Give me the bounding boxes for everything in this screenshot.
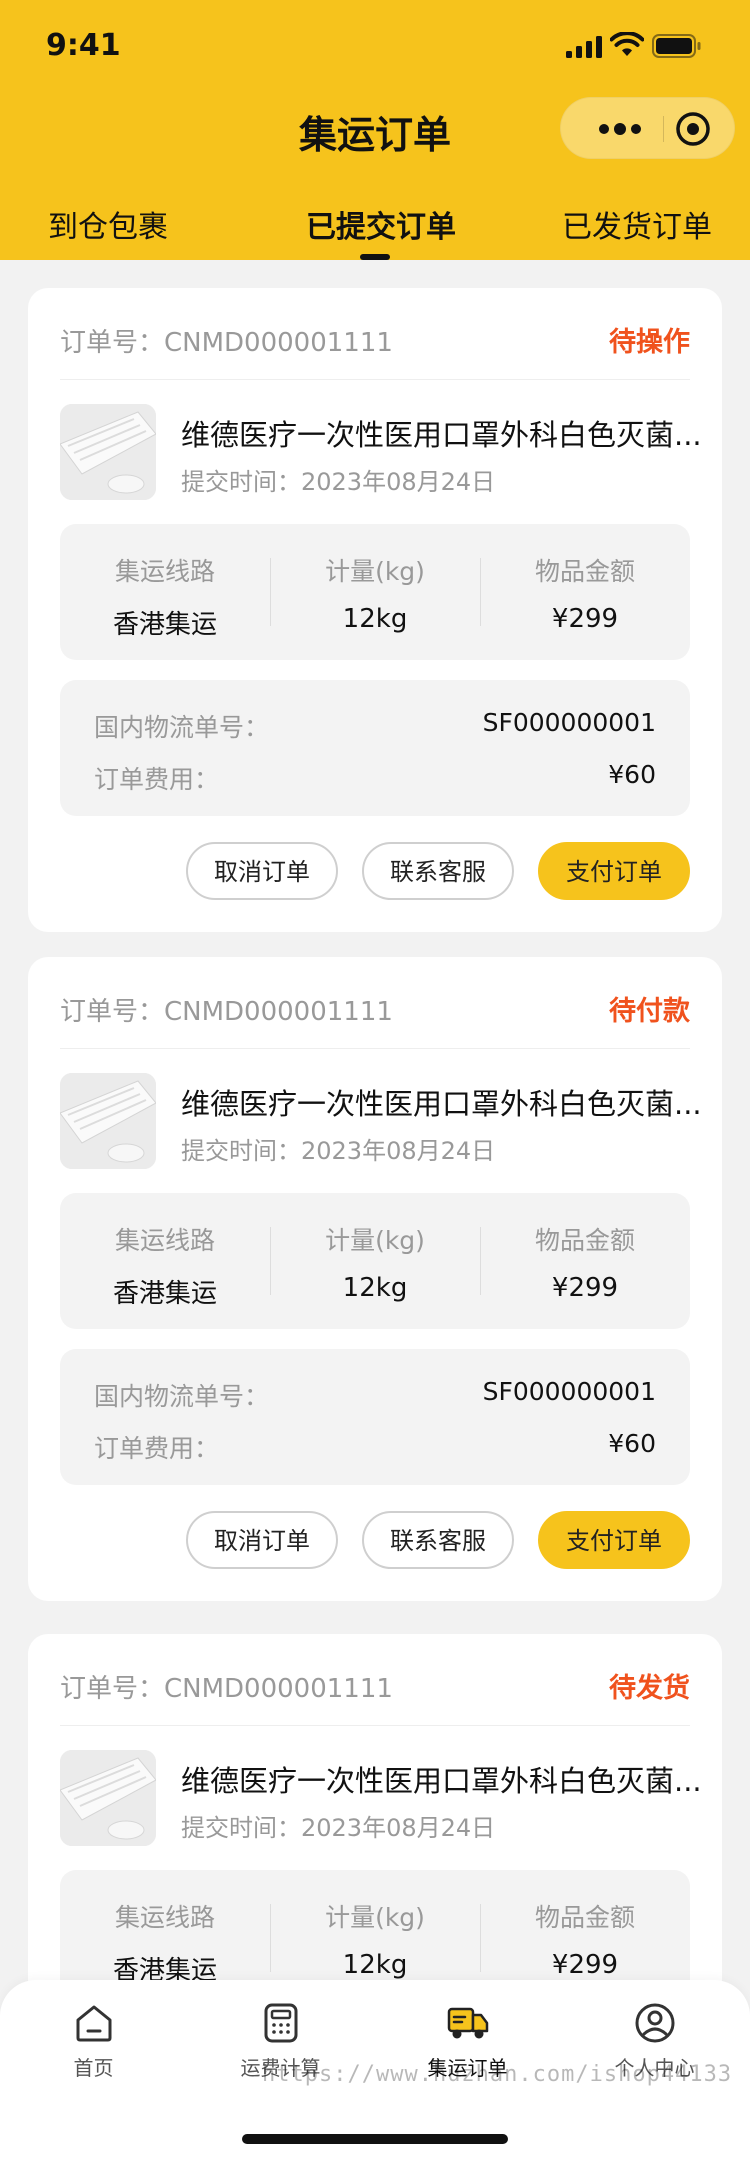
header: 9:41 集运订单 到仓包裹 已提交订单 已发货订单: [0, 0, 750, 260]
status-bar: 9:41: [0, 0, 750, 92]
order-status-badge: 待发货: [609, 1673, 690, 1704]
order-number: 订单号：CNMD000001111: [60, 328, 393, 358]
order-card-header: 订单号：CNMD000001111 待付款: [60, 957, 690, 1049]
tracking-value: SF000000001: [482, 1377, 656, 1406]
amount-value: ¥299: [551, 1950, 619, 1980]
order-number: 订单号：CNMD000001111: [60, 1674, 393, 1704]
weight-label: 计量(kg): [325, 1903, 425, 1932]
user-icon: [635, 2003, 674, 2043]
weight-value: 12kg: [342, 1950, 408, 1980]
tabbar-item-home[interactable]: 首页: [0, 2000, 187, 2081]
product-name: 维德医疗一次性医用口罩外科白色灭菌...: [181, 418, 701, 452]
amount-label: 物品金额: [534, 1226, 635, 1255]
active-tab-indicator: [360, 254, 390, 260]
tracking-label: 国内物流单号：: [94, 1382, 270, 1411]
signal-icon: [566, 36, 602, 58]
route-label: 集运线路: [114, 1226, 215, 1255]
fee-label: 订单费用：: [94, 765, 220, 794]
truck-icon: [447, 2007, 488, 2039]
weight-value: 12kg: [342, 604, 408, 634]
product-name: 维德医疗一次性医用口罩外科白色灭菌...: [181, 1764, 701, 1798]
tracking-row: 国内物流单号： SF000000001: [94, 708, 656, 744]
stat-route: 集运线路 香港集运: [60, 1898, 270, 1987]
stat-weight: 计量(kg) 12kg: [270, 1898, 480, 1980]
wifi-icon: [610, 32, 644, 56]
fee-label: 订单费用：: [94, 1434, 220, 1463]
tab-submitted-orders[interactable]: 已提交订单: [306, 202, 456, 246]
status-time: 9:41: [46, 28, 121, 63]
fee-value: ¥60: [608, 760, 656, 789]
submit-time: 提交时间：2023年08月24日: [181, 1137, 496, 1165]
keyboard-image: [60, 404, 156, 500]
contact-service-button[interactable]: 联系客服: [362, 1511, 514, 1569]
route-value: 香港集运: [112, 1279, 217, 1309]
logistics-panel: 国内物流单号： SF000000001 订单费用： ¥60: [60, 680, 690, 816]
amount-label: 物品金额: [534, 1903, 635, 1932]
order-number: 订单号：CNMD000001111: [60, 997, 393, 1027]
stat-route: 集运线路 香港集运: [60, 1221, 270, 1310]
product-thumbnail[interactable]: [60, 404, 156, 500]
weight-label: 计量(kg): [325, 557, 425, 586]
capsule-divider: [663, 116, 664, 142]
keyboard-image: [60, 1750, 156, 1846]
watermark: https://www.huzhan.com/ishop44133: [262, 2062, 733, 2087]
order-status-badge: 待付款: [609, 996, 690, 1027]
tab-shipped-orders[interactable]: 已发货订单: [562, 202, 712, 246]
route-label: 集运线路: [114, 557, 215, 586]
product-thumbnail[interactable]: [60, 1750, 156, 1846]
order-status-badge: 待操作: [609, 327, 690, 358]
order-stats: 集运线路 香港集运 计量(kg) 12kg 物品金额 ¥299: [60, 1193, 690, 1329]
stat-amount: 物品金额 ¥299: [480, 552, 690, 634]
stat-weight: 计量(kg) 12kg: [270, 1221, 480, 1303]
tracking-label: 国内物流单号：: [94, 713, 270, 742]
fee-row: 订单费用： ¥60: [94, 1429, 656, 1465]
tab-arrived-packages[interactable]: 到仓包裹: [48, 202, 168, 246]
order-card: 订单号：CNMD000001111 待操作 维德医疗一次性医用口罩外科白色灭菌.…: [28, 288, 722, 932]
fee-row: 订单费用： ¥60: [94, 760, 656, 796]
stat-amount: 物品金额 ¥299: [480, 1221, 690, 1303]
route-value: 香港集运: [112, 610, 217, 640]
mini-program-capsule: [560, 97, 735, 159]
tracking-row: 国内物流单号： SF000000001: [94, 1377, 656, 1413]
contact-service-button[interactable]: 联系客服: [362, 842, 514, 900]
stat-route: 集运线路 香港集运: [60, 552, 270, 641]
route-label: 集运线路: [114, 1903, 215, 1932]
pay-order-button[interactable]: 支付订单: [538, 842, 690, 900]
submit-time: 提交时间：2023年08月24日: [181, 1814, 496, 1842]
stat-weight: 计量(kg) 12kg: [270, 552, 480, 634]
logistics-panel: 国内物流单号： SF000000001 订单费用： ¥60: [60, 1349, 690, 1485]
more-icon[interactable]: [591, 112, 649, 146]
stat-amount: 物品金额 ¥299: [480, 1898, 690, 1980]
cancel-order-button[interactable]: 取消订单: [186, 1511, 338, 1569]
order-tabs: 到仓包裹 已提交订单 已发货订单: [0, 196, 750, 260]
page: 9:41 集运订单 到仓包裹 已提交订单 已发货订单 订单号：CNMD00000…: [0, 0, 750, 2160]
close-target-icon[interactable]: [673, 109, 713, 149]
pay-order-button[interactable]: 支付订单: [538, 1511, 690, 1569]
fee-value: ¥60: [608, 1429, 656, 1458]
order-stats: 集运线路 香港集运 计量(kg) 12kg 物品金额 ¥299: [60, 524, 690, 660]
order-card-header: 订单号：CNMD000001111 待操作: [60, 288, 690, 380]
weight-value: 12kg: [342, 1273, 408, 1303]
battery-icon: [652, 34, 701, 58]
keyboard-image: [60, 1073, 156, 1169]
submit-time: 提交时间：2023年08月24日: [181, 468, 496, 496]
tracking-value: SF000000001: [482, 708, 656, 737]
home-icon: [76, 2005, 111, 2042]
product-thumbnail[interactable]: [60, 1073, 156, 1169]
home-indicator[interactable]: [242, 2134, 508, 2144]
cancel-order-button[interactable]: 取消订单: [186, 842, 338, 900]
tabbar-label: 首页: [73, 2056, 114, 2080]
amount-value: ¥299: [551, 604, 619, 634]
amount-value: ¥299: [551, 1273, 619, 1303]
calculator-icon: [264, 2003, 297, 2043]
weight-label: 计量(kg): [325, 1226, 425, 1255]
order-card-header: 订单号：CNMD000001111 待发货: [60, 1634, 690, 1726]
order-card: 订单号：CNMD000001111 待付款 维德医疗一次性医用口罩外科白色灭菌.…: [28, 957, 722, 1601]
amount-label: 物品金额: [534, 557, 635, 586]
product-name: 维德医疗一次性医用口罩外科白色灭菌...: [181, 1087, 701, 1121]
